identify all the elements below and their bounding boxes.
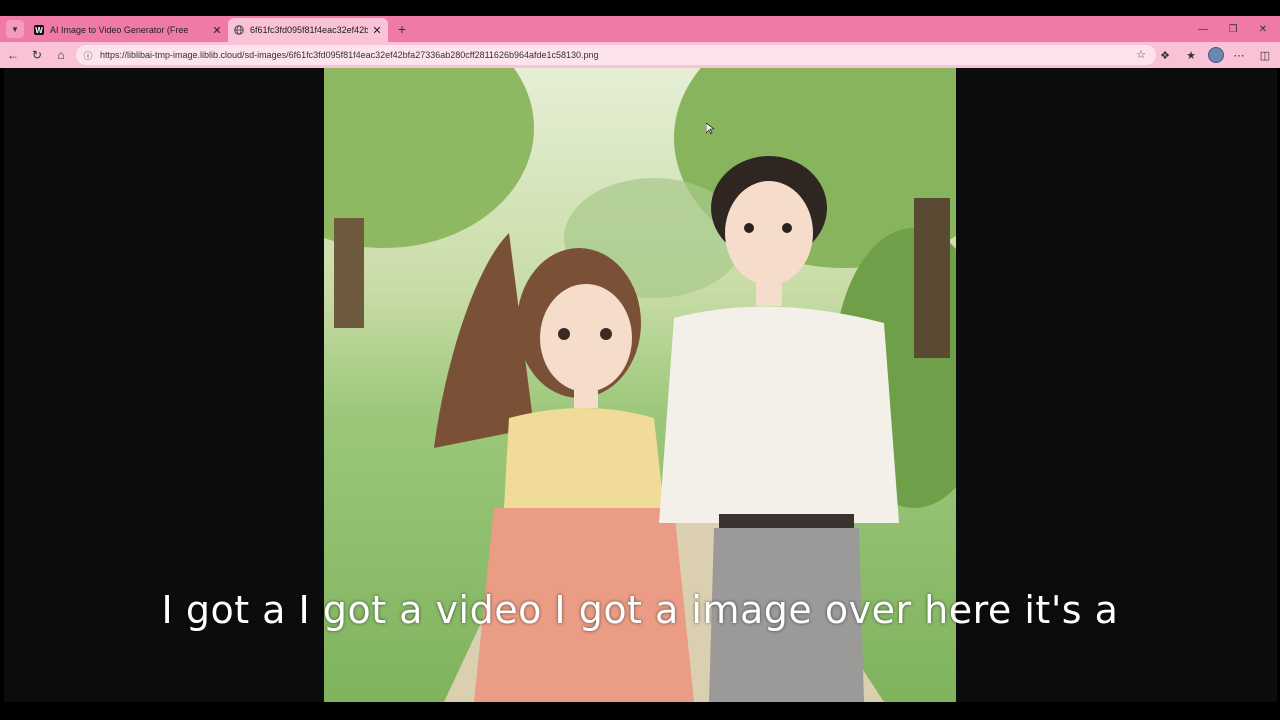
svg-text:W: W bbox=[35, 26, 43, 35]
top-black-bar bbox=[0, 0, 1280, 16]
letter-w-icon: W bbox=[34, 25, 44, 35]
address-bar[interactable]: ⓘ https://liblibai-tmp-image.liblib.clou… bbox=[76, 45, 1156, 65]
tab-image-png[interactable]: 6f61fc3fd095f81f4eac32ef42bfa27 ✕ bbox=[228, 18, 388, 42]
plus-icon[interactable]: + bbox=[394, 20, 410, 38]
close-icon[interactable]: ✕ bbox=[1248, 20, 1278, 38]
restore-icon[interactable]: ❐ bbox=[1218, 20, 1248, 38]
site-info-icon[interactable]: ⓘ bbox=[82, 49, 94, 61]
avatar[interactable] bbox=[1208, 47, 1224, 63]
puzzle-icon[interactable]: ❖ bbox=[1156, 46, 1174, 64]
bottom-black-bar bbox=[0, 702, 1280, 720]
tab-title: AI Image to Video Generator (Free bbox=[50, 25, 189, 35]
screen: ▼ W AI Image to Video Generator (Free ✕ … bbox=[0, 0, 1280, 720]
globe-icon bbox=[234, 25, 244, 35]
back-arrow-icon[interactable]: ← bbox=[4, 46, 22, 64]
close-icon[interactable]: ✕ bbox=[372, 24, 382, 37]
star-icon[interactable]: ☆ bbox=[1136, 48, 1146, 61]
close-icon[interactable]: ✕ bbox=[212, 24, 222, 37]
more-icon[interactable]: ⋯ bbox=[1230, 46, 1248, 64]
url-text: https://liblibai-tmp-image.liblib.cloud/… bbox=[100, 50, 599, 60]
mouse-cursor bbox=[705, 122, 715, 135]
chevron-down-icon: ▼ bbox=[11, 24, 19, 34]
reload-icon[interactable]: ↻ bbox=[28, 46, 46, 64]
subtitle-caption: I got a I got a video I got a image over… bbox=[161, 588, 1119, 632]
home-icon[interactable]: ⌂ bbox=[52, 46, 70, 64]
tab-ai-video-generator[interactable]: W AI Image to Video Generator (Free ✕ bbox=[28, 18, 228, 42]
sidebar-icon[interactable]: ◫ bbox=[1256, 46, 1274, 64]
tab-title: 6f61fc3fd095f81f4eac32ef42bfa27 bbox=[250, 25, 368, 35]
minimize-icon[interactable]: — bbox=[1188, 20, 1218, 38]
tab-search-button[interactable]: ▼ bbox=[6, 20, 24, 38]
favorites-icon[interactable]: ★ bbox=[1182, 46, 1200, 64]
